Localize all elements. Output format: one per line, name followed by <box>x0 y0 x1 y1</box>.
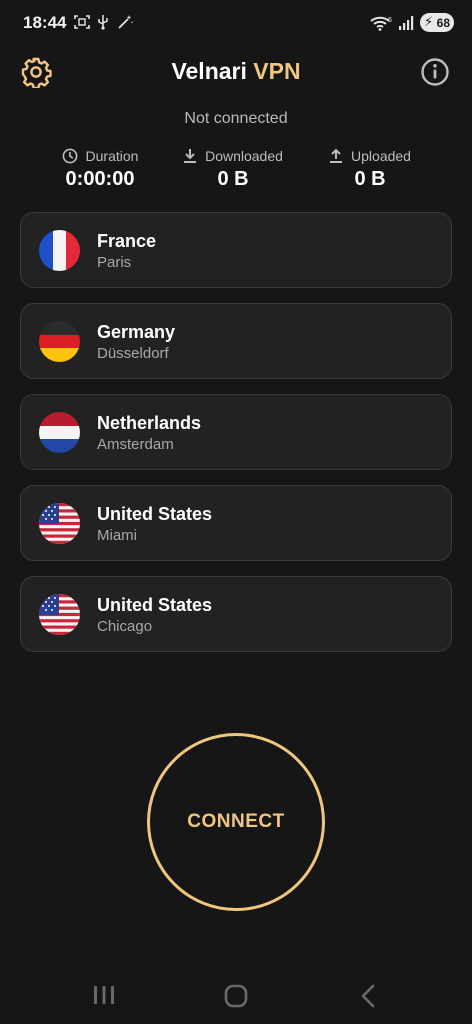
server-country: United States <box>97 504 213 524</box>
usa-flag-icon <box>39 594 80 635</box>
back-icon[interactable] <box>358 984 378 1008</box>
server-item-germany-dusseldorf[interactable]: Germany Düsseldorf <box>20 303 452 379</box>
usa-flag-icon <box>39 503 80 544</box>
charging-bolt-icon: ⚡ <box>424 14 434 29</box>
uploaded-value: 0 B <box>354 168 386 190</box>
app-title-accent: VPN <box>253 58 301 84</box>
server-country: France <box>97 231 157 251</box>
server-country: Germany <box>97 322 176 342</box>
duration-stat: Duration 0:00:00 <box>25 146 175 191</box>
magic-wand-icon <box>118 15 134 29</box>
home-icon[interactable] <box>224 984 248 1008</box>
app-header: Velnari VPN <box>0 48 472 96</box>
uploaded-label: Uploaded <box>351 148 411 164</box>
server-item-usa-chicago[interactable]: United States Chicago <box>20 576 452 652</box>
status-left-icons <box>74 14 134 30</box>
server-city: Chicago <box>97 618 153 635</box>
battery-icon: ⚡ 68 <box>420 13 454 32</box>
duration-label-row: Duration <box>25 146 175 166</box>
battery-level: 68 <box>436 15 450 30</box>
recent-apps-icon[interactable] <box>92 984 116 1006</box>
app-title-main: Velnari <box>171 58 247 84</box>
vpn-app-screen: 18:44 6 ⚡ 68 Velnari VPN Not connected D… <box>0 0 472 1024</box>
svg-text:6: 6 <box>388 17 392 24</box>
connection-status: Not connected <box>184 110 288 127</box>
upload-icon <box>330 148 343 163</box>
server-item-france-paris[interactable]: France Paris <box>20 212 452 288</box>
server-country: United States <box>97 595 213 615</box>
duration-label: Duration <box>85 148 139 164</box>
signal-icon <box>399 15 414 30</box>
screenshot-icon <box>74 15 90 29</box>
duration-value: 0:00:00 <box>65 168 135 190</box>
server-city: Paris <box>97 254 132 271</box>
clock-icon <box>62 148 77 164</box>
server-item-netherlands-amsterdam[interactable]: Netherlands Amsterdam <box>20 394 452 470</box>
germany-flag-icon <box>39 321 80 362</box>
status-bar: 18:44 6 ⚡ 68 <box>0 0 472 48</box>
uploaded-stat: Uploaded 0 B <box>295 146 445 191</box>
system-nav-bar <box>0 964 472 1024</box>
status-time: 18:44 <box>23 13 67 32</box>
stats-row: Duration 0:00:00 Downloaded 0 B Uploaded <box>0 146 472 196</box>
wifi-icon: 6 <box>370 16 392 31</box>
downloaded-stat: Downloaded 0 B <box>158 146 308 191</box>
downloaded-label-row: Downloaded <box>158 146 308 166</box>
server-city: Amsterdam <box>97 436 174 453</box>
server-item-usa-miami[interactable]: United States Miami <box>20 485 452 561</box>
server-city: Miami <box>97 527 137 544</box>
info-icon[interactable] <box>420 57 450 87</box>
connect-button[interactable]: CONNECT <box>147 733 325 911</box>
downloaded-value: 0 B <box>217 168 249 190</box>
status-right-icons: 6 ⚡ 68 <box>370 13 454 32</box>
netherlands-flag-icon <box>39 412 80 453</box>
connect-button-label: CONNECT <box>187 811 285 832</box>
download-icon <box>184 149 197 163</box>
server-city: Düsseldorf <box>97 345 169 362</box>
usb-icon <box>98 15 108 30</box>
server-country: Netherlands <box>97 413 202 433</box>
uploaded-label-row: Uploaded <box>295 146 445 166</box>
france-flag-icon <box>39 230 80 271</box>
downloaded-label: Downloaded <box>205 148 283 164</box>
app-title: Velnari VPN <box>0 58 472 85</box>
